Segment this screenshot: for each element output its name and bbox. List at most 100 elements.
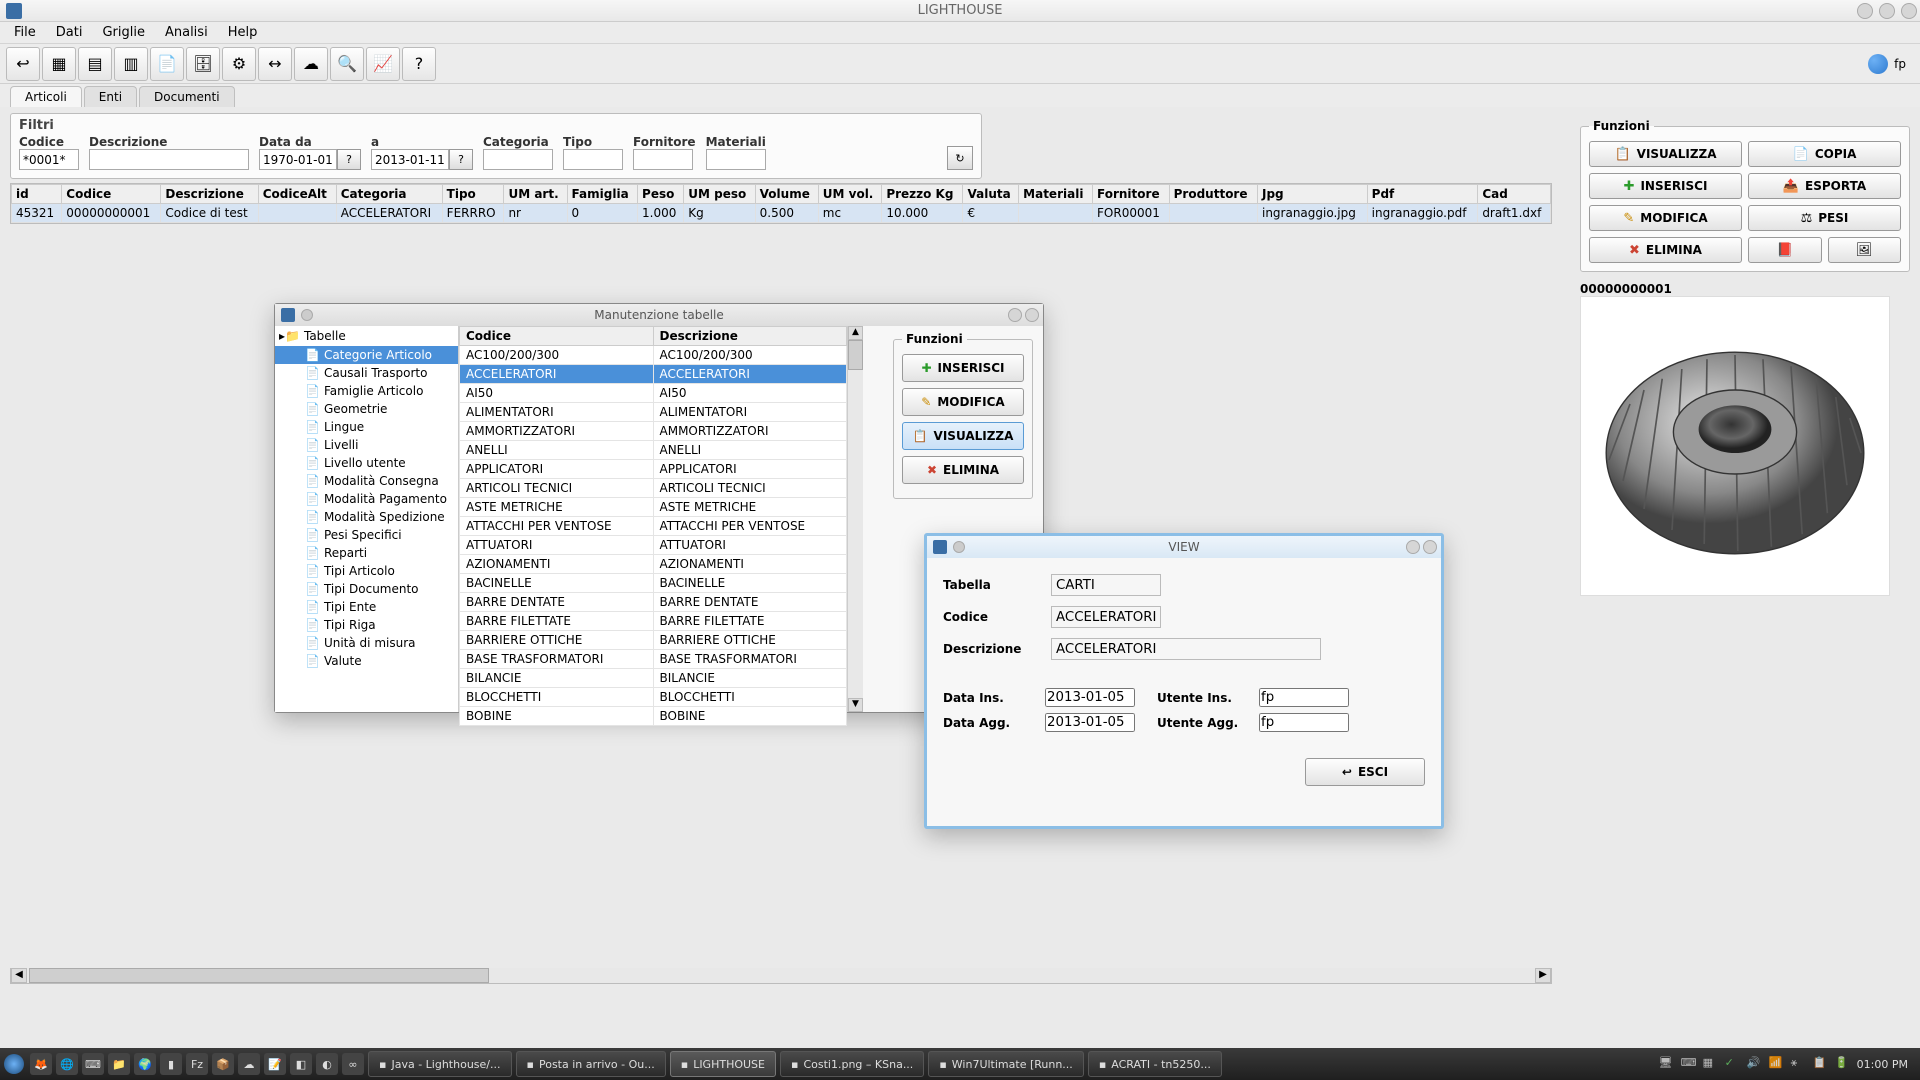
list-v-scroll[interactable]: ▲ ▼: [847, 326, 863, 712]
tree-item[interactable]: 📄 Tipi Riga: [275, 616, 458, 634]
table-header[interactable]: Valuta: [963, 185, 1019, 204]
tree-item[interactable]: 📄 Unità di misura: [275, 634, 458, 652]
tree-item[interactable]: 📄 Tipi Articolo: [275, 562, 458, 580]
app1-icon[interactable]: ◧: [290, 1053, 312, 1075]
keyboard-icon[interactable]: ⌨: [1681, 1056, 1697, 1072]
list-row[interactable]: ATTUATORIATTUATORI: [460, 536, 847, 555]
scroll-up-button[interactable]: ▲: [848, 326, 863, 340]
list-row[interactable]: BARRE DENTATEBARRE DENTATE: [460, 593, 847, 612]
view-close-button[interactable]: [1423, 540, 1437, 554]
table-header[interactable]: Peso: [638, 185, 684, 204]
relations-icon[interactable]: ☁: [294, 47, 328, 81]
table-header[interactable]: UM peso: [684, 185, 755, 204]
tab-enti[interactable]: Enti: [84, 86, 137, 107]
taskbar-task[interactable]: ▪Java - Lighthouse/...: [368, 1051, 512, 1077]
table-header[interactable]: UM art.: [504, 185, 567, 204]
new-icon[interactable]: ▦: [42, 47, 76, 81]
list-row[interactable]: BASE TRASFORMATORIBASE TRASFORMATORI: [460, 650, 847, 669]
list-row[interactable]: ASTE METRICHEASTE METRICHE: [460, 498, 847, 517]
table-header[interactable]: Tipo: [442, 185, 504, 204]
tree-item[interactable]: 📄 Famiglie Articolo: [275, 382, 458, 400]
esci-button[interactable]: ↩ESCI: [1305, 758, 1425, 786]
tree-item[interactable]: 📄 Reparti: [275, 544, 458, 562]
tab-articoli[interactable]: Articoli: [10, 86, 82, 107]
table-header[interactable]: Produttore: [1169, 185, 1257, 204]
pdf-button[interactable]: 📕: [1748, 237, 1822, 263]
graph-icon[interactable]: ⚙: [222, 47, 256, 81]
list-row[interactable]: APPLICATORIAPPLICATORI: [460, 460, 847, 479]
sub-close-button[interactable]: [1025, 308, 1039, 322]
list-row[interactable]: AI50AI50: [460, 384, 847, 403]
table-header[interactable]: Pdf: [1367, 185, 1478, 204]
tree-item[interactable]: 📄 Causali Trasporto: [275, 364, 458, 382]
articles-table[interactable]: idCodiceDescrizioneCodiceAltCategoriaTip…: [10, 183, 1552, 224]
manut-visualizza-button[interactable]: 📋VISUALIZZA: [902, 422, 1024, 450]
list-row[interactable]: ARTICOLI TECNICIARTICOLI TECNICI: [460, 479, 847, 498]
clip-icon[interactable]: 📋: [1813, 1056, 1829, 1072]
filter-data-da-input[interactable]: [259, 149, 337, 170]
tree-item[interactable]: 📄 Livello utente: [275, 454, 458, 472]
table-header[interactable]: Categoria: [336, 185, 442, 204]
list-row[interactable]: BACINELLEBACINELLE: [460, 574, 847, 593]
chart-icon[interactable]: 📈: [366, 47, 400, 81]
table-header[interactable]: Descrizione: [161, 185, 258, 204]
rollup-icon[interactable]: [953, 541, 965, 553]
filter-materiali-input[interactable]: [706, 149, 766, 170]
app3-icon[interactable]: ∞: [342, 1053, 364, 1075]
taskbar-task[interactable]: ▪Costi1.png – KSna...: [780, 1051, 924, 1077]
list-row[interactable]: ACCELERATORIACCELERATORI: [460, 365, 847, 384]
monitor-icon[interactable]: 🖥: [1659, 1056, 1675, 1072]
list-row[interactable]: ALIMENTATORIALIMENTATORI: [460, 403, 847, 422]
list-row[interactable]: BLOCCHETTIBLOCCHETTI: [460, 688, 847, 707]
esporta-button[interactable]: 📤ESPORTA: [1748, 173, 1901, 199]
tree-item[interactable]: 📄 Livelli: [275, 436, 458, 454]
copia-button[interactable]: 📄COPIA: [1748, 141, 1901, 167]
files-icon[interactable]: 📁: [108, 1053, 130, 1075]
filter-fornitore-input[interactable]: [633, 149, 693, 170]
list-row[interactable]: BARRE FILETTATEBARRE FILETTATE: [460, 612, 847, 631]
tree-item[interactable]: 📄 Lingue: [275, 418, 458, 436]
left-icon[interactable]: ↔: [258, 47, 292, 81]
tables-tree[interactable]: ▸📁 Tabelle 📄 Categorie Articolo📄 Causali…: [275, 326, 459, 712]
tree-item[interactable]: 📄 Tipi Documento: [275, 580, 458, 598]
scroll-left-button[interactable]: ◀: [11, 968, 27, 983]
list-row[interactable]: BARRIERE OTTICHEBARRIERE OTTICHE: [460, 631, 847, 650]
table-header[interactable]: Famiglia: [567, 185, 638, 204]
table-header[interactable]: Volume: [755, 185, 818, 204]
list-row[interactable]: ATTACCHI PER VENTOSEATTACCHI PER VENTOSE: [460, 517, 847, 536]
box-icon[interactable]: 📦: [212, 1053, 234, 1075]
filter-tipo-input[interactable]: [563, 149, 623, 170]
date-picker-a-button[interactable]: ?: [449, 149, 473, 170]
check-icon[interactable]: ✓: [1725, 1056, 1741, 1072]
help-icon[interactable]: ?: [402, 47, 436, 81]
shell-icon[interactable]: ▮: [160, 1053, 182, 1075]
sub-minimize-button[interactable]: [1008, 308, 1022, 322]
table-h-scroll[interactable]: ◀ ▶: [10, 968, 1552, 984]
tree-item[interactable]: 📄 Geometrie: [275, 400, 458, 418]
cpu-icon[interactable]: ▦: [1703, 1056, 1719, 1072]
filter-codice-input[interactable]: [19, 149, 79, 170]
net-icon[interactable]: 📶: [1769, 1056, 1785, 1072]
scroll-down-button[interactable]: ▼: [848, 698, 863, 712]
list-scroll-thumb[interactable]: [848, 340, 863, 370]
view-minimize-button[interactable]: [1406, 540, 1420, 554]
modifica-button[interactable]: ✎MODIFICA: [1589, 205, 1742, 231]
dropbox-icon[interactable]: ☁: [238, 1053, 260, 1075]
menu-help[interactable]: Help: [218, 23, 268, 42]
bt-icon[interactable]: ⚹: [1791, 1056, 1807, 1072]
visualizza-button[interactable]: 📋VISUALIZZA: [1589, 141, 1742, 167]
firefox-icon[interactable]: 🦊: [30, 1053, 52, 1075]
table-icon[interactable]: ▥: [114, 47, 148, 81]
list-row[interactable]: AMMORTIZZATORIAMMORTIZZATORI: [460, 422, 847, 441]
filter-data-a-input[interactable]: [371, 149, 449, 170]
log-icon[interactable]: 📄: [150, 47, 184, 81]
battery-icon[interactable]: 🔋: [1835, 1056, 1851, 1072]
manut-inserisci-button[interactable]: ✚INSERISCI: [902, 354, 1024, 382]
chrome-icon[interactable]: 🌐: [56, 1053, 78, 1075]
tree-item[interactable]: 📄 Tipi Ente: [275, 598, 458, 616]
table-row[interactable]: 4532100000000001Codice di testACCELERATO…: [12, 204, 1551, 223]
rollup-icon[interactable]: [301, 309, 313, 321]
table-header[interactable]: Cad: [1478, 185, 1551, 204]
tree-item[interactable]: 📄 Modalità Pagamento: [275, 490, 458, 508]
taskbar-task[interactable]: ▪Posta in arrivo - Ou...: [516, 1051, 666, 1077]
